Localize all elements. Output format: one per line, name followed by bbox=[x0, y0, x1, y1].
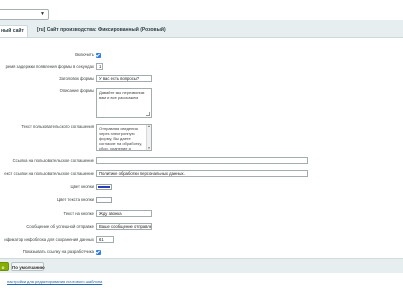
button-text-color-label: Цвет текста кнопки bbox=[57, 197, 94, 202]
enable-label: Включить bbox=[75, 52, 94, 57]
settings-form: Включить ремя задержки появления формы в… bbox=[0, 38, 403, 258]
form-description-text: Давайте мы перезвоним вам и все расскаже… bbox=[99, 90, 145, 100]
button-color-fill bbox=[98, 186, 110, 188]
button-color-label: Цвет кнопки bbox=[70, 184, 94, 189]
tab-strip: ный сайт [ru] Сайт производства: Фиксиро… bbox=[0, 20, 403, 38]
button-text-color-fill bbox=[98, 199, 110, 201]
agreement-textarea[interactable]: Отправляя сведения через электронную фор… bbox=[96, 124, 152, 151]
agreement-text: Отправляя сведения через электронную фор… bbox=[99, 126, 143, 151]
agreement-link-input[interactable] bbox=[96, 157, 308, 164]
agreement-link-text-input[interactable]: Политикe обработки персональных данных. bbox=[96, 170, 308, 177]
delay-label: ремя задержки появления формы в секундах bbox=[5, 63, 94, 69]
scroll-down-icon[interactable]: ▼ bbox=[147, 147, 151, 150]
iblock-id-label: ификатор инфоблока для сохранения данных bbox=[4, 236, 94, 242]
button-color-picker[interactable] bbox=[96, 184, 112, 190]
mail-template-link[interactable]: настройки для редактирования почтового ш… bbox=[7, 279, 102, 284]
save-button[interactable]: о bbox=[0, 262, 9, 271]
chevron-down-icon: ▼ bbox=[40, 11, 45, 17]
form-title-input[interactable]: У вас есть вопросы? bbox=[96, 75, 152, 82]
form-title-label: Заголовок формы bbox=[59, 75, 94, 81]
button-text-color-picker[interactable] bbox=[96, 197, 112, 203]
delay-input[interactable]: 1 bbox=[96, 63, 103, 70]
show-dev-link-checkbox[interactable] bbox=[96, 249, 101, 255]
tab-production-site[interactable]: [ru] Сайт производства: Фиксированный (Р… bbox=[37, 25, 166, 37]
iblock-id-input[interactable]: 61 bbox=[96, 236, 114, 243]
agreement-link-text-label: екст ссылки на пользовательское соглашен… bbox=[4, 170, 94, 176]
default-button[interactable]: По умолчанию bbox=[11, 262, 45, 271]
success-message-label: Сообщение об успешной отправке bbox=[26, 223, 94, 229]
success-message-input[interactable]: Ваше сообщение отправлено! bbox=[96, 223, 152, 230]
form-description-textarea[interactable]: Давайте мы перезвоним вам и все расскаже… bbox=[96, 88, 152, 118]
resize-grip-icon[interactable] bbox=[146, 112, 150, 116]
agreement-text-label: Текст пользовательского соглашения bbox=[21, 124, 94, 129]
button-text-label: Текст на кнопке bbox=[63, 210, 94, 216]
agreement-link-label: Ссылка на пользовательское соглашение bbox=[12, 157, 94, 163]
enable-checkbox[interactable] bbox=[96, 52, 101, 58]
show-dev-link-label: Показывать ссылку на разработчика bbox=[22, 249, 94, 254]
agreement-scrollbar[interactable]: ▲ ▼ bbox=[146, 125, 151, 150]
tab-site[interactable]: ный сайт bbox=[0, 25, 28, 37]
button-text-input[interactable]: Жду звонка bbox=[96, 210, 152, 217]
site-select[interactable]: ▼ bbox=[0, 9, 49, 20]
scroll-up-icon[interactable]: ▲ bbox=[147, 125, 151, 128]
footer-button-bar: о По умолчанию bbox=[0, 258, 403, 273]
form-description-label: Описание формы bbox=[59, 88, 94, 93]
